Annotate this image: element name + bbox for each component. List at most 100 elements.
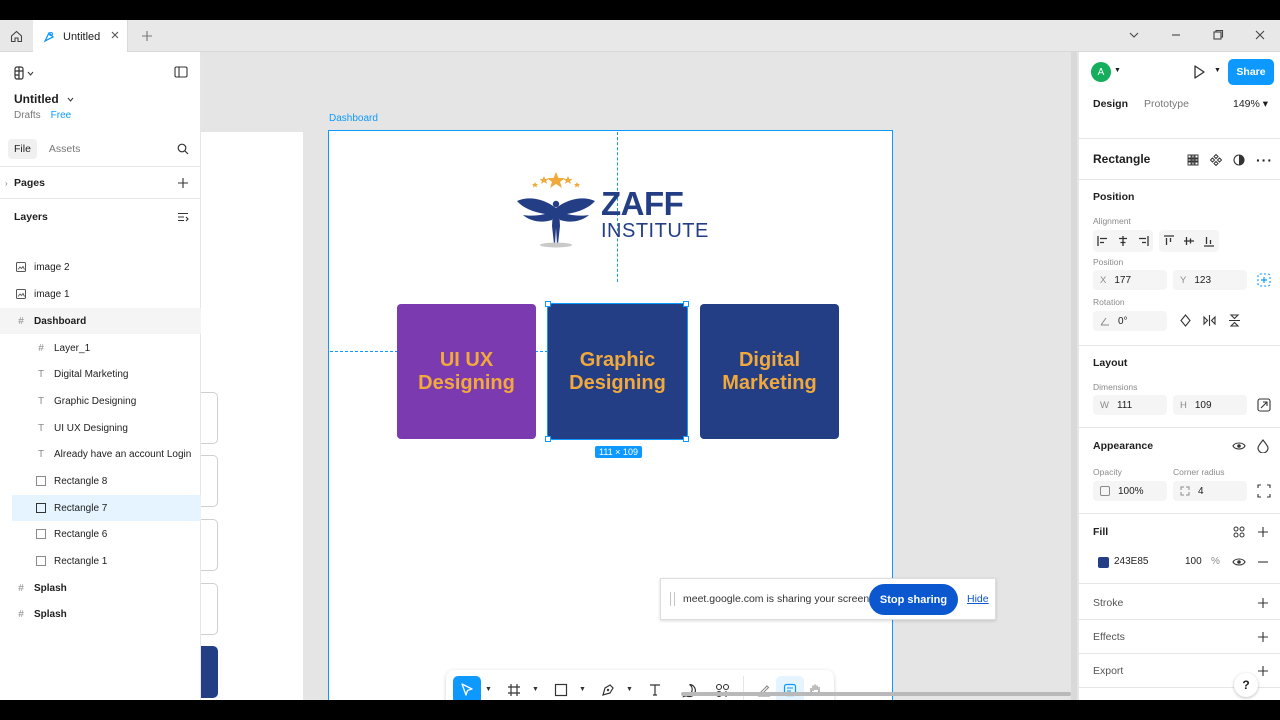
add-effect-icon[interactable]	[1257, 631, 1269, 643]
layer-item[interactable]: T Graphic Designing	[0, 388, 201, 414]
present-play-icon[interactable]	[1191, 64, 1207, 80]
layer-item[interactable]: Rectangle 8	[0, 468, 201, 494]
layer-item-dashboard[interactable]: # Dashboard	[0, 308, 201, 334]
drafts-label[interactable]: Drafts	[14, 110, 41, 121]
layer-item[interactable]: image 1	[0, 281, 201, 307]
comment-tool[interactable]	[675, 676, 703, 700]
share-button[interactable]: Share	[1228, 59, 1274, 85]
layer-item[interactable]: # Splash	[0, 601, 201, 627]
fill-color-swatch[interactable]	[1098, 557, 1109, 568]
close-window-icon[interactable]	[1253, 28, 1267, 42]
stop-sharing-button[interactable]: Stop sharing	[869, 584, 958, 615]
resize-handle[interactable]	[683, 301, 689, 307]
layer-item[interactable]: Rectangle 1	[0, 548, 201, 574]
chevron-down-icon[interactable]	[1127, 28, 1141, 42]
resize-handle[interactable]	[683, 436, 689, 442]
layer-item[interactable]: T Digital Marketing	[0, 361, 201, 387]
fill-hex-value[interactable]: 243E85	[1114, 556, 1148, 567]
sidebar-toggle-icon[interactable]	[174, 66, 188, 78]
resize-to-fit-icon[interactable]	[1257, 398, 1271, 412]
shape-tool[interactable]	[547, 676, 575, 700]
layer-item[interactable]: image 2	[0, 254, 201, 280]
help-button[interactable]: ?	[1234, 673, 1258, 697]
styles-icon[interactable]	[1233, 526, 1245, 538]
component-icon[interactable]	[1210, 154, 1222, 166]
chevron-down-icon[interactable]: ▼	[626, 686, 633, 693]
frame-label[interactable]: Dashboard	[329, 113, 378, 124]
file-title[interactable]: Untitled	[14, 92, 74, 106]
course-card-digital-marketing[interactable]: Digital Marketing	[700, 304, 839, 439]
mask-icon[interactable]	[1233, 154, 1245, 166]
layer-item-selected[interactable]: Rectangle 7	[12, 495, 201, 521]
horizontal-scrollbar[interactable]	[681, 692, 1071, 696]
align-bottom-icon[interactable]	[1203, 235, 1215, 247]
tab-prototype[interactable]: Prototype	[1138, 94, 1195, 114]
height-field[interactable]: H 109	[1173, 395, 1247, 415]
resize-handle[interactable]	[545, 436, 551, 442]
home-tab[interactable]	[0, 20, 33, 52]
align-top-icon[interactable]	[1163, 235, 1175, 247]
fill-opacity-value[interactable]: 100	[1185, 556, 1202, 567]
logo-wordmark[interactable]: ZAFF	[601, 185, 684, 223]
blend-mode-icon[interactable]	[1257, 439, 1269, 453]
more-options-icon[interactable]: ···	[1256, 152, 1273, 168]
opacity-field[interactable]: 100%	[1093, 481, 1167, 501]
avatar[interactable]: A	[1091, 62, 1111, 82]
search-icon[interactable]	[177, 143, 189, 155]
corner-radius-field[interactable]: 4	[1173, 481, 1247, 501]
remove-fill-icon[interactable]	[1257, 556, 1269, 568]
chevron-down-icon[interactable]: ▼	[1214, 67, 1221, 74]
hide-link[interactable]: Hide	[967, 593, 989, 605]
draw-mode-tool[interactable]	[750, 676, 778, 700]
width-field[interactable]: W 111	[1093, 395, 1167, 415]
more-tool[interactable]	[801, 676, 829, 700]
minimize-icon[interactable]	[1169, 28, 1183, 42]
rotate-icon[interactable]	[1179, 314, 1192, 327]
pen-tool[interactable]	[594, 676, 622, 700]
layer-item[interactable]: Rectangle 6	[0, 521, 201, 547]
drag-handle-icon[interactable]	[670, 592, 675, 606]
y-position-field[interactable]: Y 123	[1173, 270, 1247, 290]
course-card-graphic-design[interactable]: Graphic Designing	[547, 303, 688, 440]
flip-horizontal-icon[interactable]	[1203, 314, 1216, 327]
course-card-ui-ux[interactable]: UI UX Designing	[397, 304, 536, 439]
add-tab-icon[interactable]	[138, 27, 156, 45]
add-stroke-icon[interactable]	[1257, 597, 1269, 609]
layer-item[interactable]: # Layer_1	[0, 335, 201, 361]
layer-item[interactable]: # Splash	[0, 575, 201, 601]
layer-item[interactable]: T Already have an account Login	[0, 441, 201, 467]
plan-badge[interactable]: Free	[51, 110, 72, 121]
constraints-icon[interactable]	[1257, 273, 1271, 287]
add-page-icon[interactable]	[177, 177, 189, 189]
align-right-icon[interactable]	[1137, 235, 1149, 247]
chevron-down-icon[interactable]: ▼	[485, 686, 492, 693]
tab-assets[interactable]: Assets	[43, 139, 87, 159]
align-middle-icon[interactable]	[1183, 235, 1195, 247]
flip-vertical-icon[interactable]	[1228, 314, 1241, 327]
x-position-field[interactable]: X 177	[1093, 270, 1167, 290]
resize-handle[interactable]	[545, 301, 551, 307]
rotation-field[interactable]: 0°	[1093, 311, 1167, 331]
dev-mode-tool[interactable]	[776, 676, 804, 700]
grid-icon[interactable]	[1187, 154, 1199, 166]
chevron-down-icon[interactable]: ▼	[1114, 67, 1121, 74]
tab-design[interactable]: Design	[1087, 94, 1134, 114]
add-fill-icon[interactable]	[1257, 526, 1269, 538]
layers-list-icon[interactable]	[177, 211, 189, 223]
text-tool[interactable]	[641, 676, 669, 700]
zoom-level[interactable]: 149% ▾	[1233, 98, 1268, 110]
frame-tool[interactable]	[500, 676, 528, 700]
close-icon[interactable]	[109, 29, 121, 41]
independent-corners-icon[interactable]	[1257, 484, 1271, 498]
align-left-icon[interactable]	[1097, 235, 1109, 247]
vertical-scrollbar[interactable]	[1071, 52, 1077, 700]
canvas[interactable]: Dashboard ZAFF INSTITUTE UI UX Designing …	[201, 52, 1078, 700]
add-export-icon[interactable]	[1257, 665, 1269, 677]
chevron-down-icon[interactable]: ▼	[532, 686, 539, 693]
align-center-h-icon[interactable]	[1117, 235, 1129, 247]
restore-icon[interactable]	[1211, 28, 1225, 42]
actions-tool[interactable]	[708, 676, 736, 700]
move-tool[interactable]	[453, 676, 481, 700]
layer-item[interactable]: T UI UX Designing	[0, 415, 201, 441]
tab-untitled[interactable]: Untitled	[33, 20, 128, 53]
